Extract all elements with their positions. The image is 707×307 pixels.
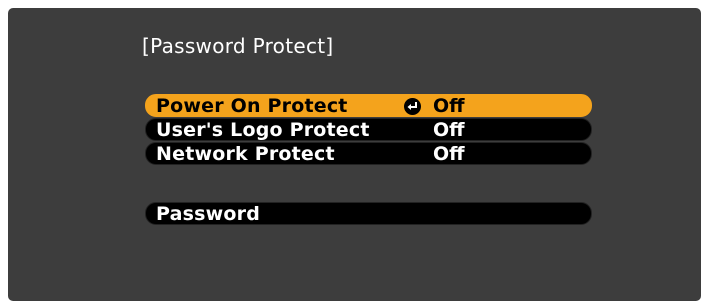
menu-item-value: Off bbox=[433, 95, 465, 117]
menu-item-value: Off bbox=[433, 119, 465, 141]
menu-title: [Password Protect] bbox=[142, 34, 334, 58]
menu-item-network-protect[interactable]: Network Protect Off bbox=[145, 142, 592, 165]
menu-item-label: Network Protect bbox=[156, 143, 335, 165]
menu-item-power-on-protect[interactable]: Power On Protect Off bbox=[145, 94, 592, 117]
menu-item-label: Power On Protect bbox=[156, 95, 348, 117]
projector-menu-screen: [Password Protect] Power On Protect Off … bbox=[8, 8, 701, 301]
menu-item-users-logo-protect[interactable]: User's Logo Protect Off bbox=[145, 118, 592, 141]
menu-item-value: Off bbox=[433, 143, 465, 165]
menu-item-label: User's Logo Protect bbox=[156, 119, 370, 141]
enter-return-icon bbox=[404, 98, 421, 115]
menu-item-password[interactable]: Password bbox=[145, 202, 592, 225]
menu-item-label: Password bbox=[156, 203, 261, 225]
